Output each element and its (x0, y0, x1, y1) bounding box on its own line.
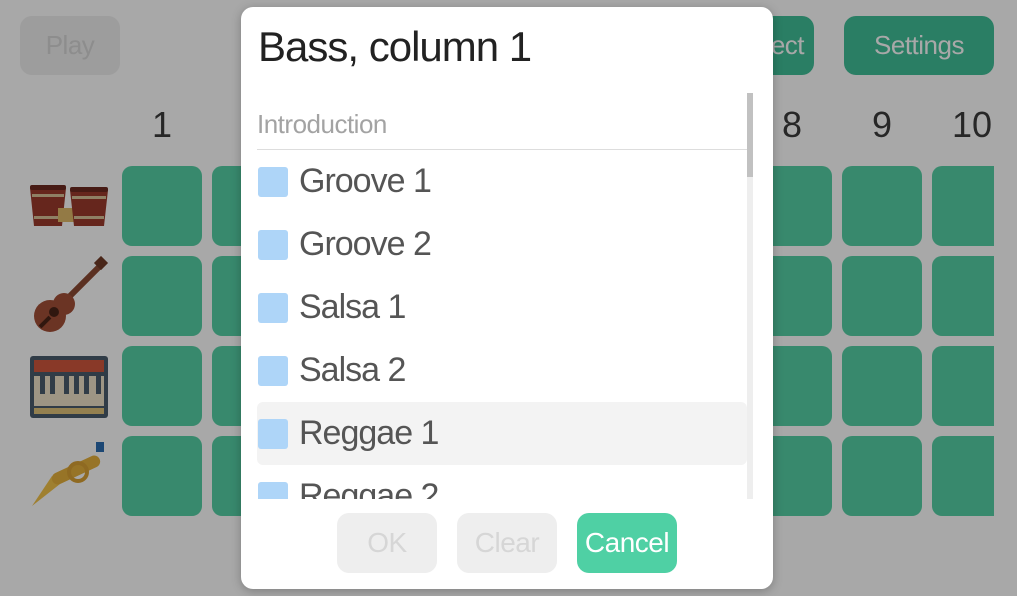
pattern-dialog: Bass, column 1 Introduction Groove 1 Gro… (241, 7, 773, 589)
music-sequencer-app: Play ect Settings 1 8 9 10 Bass, column … (0, 0, 1017, 596)
list-item[interactable]: Groove 2 (257, 213, 747, 276)
color-swatch (258, 229, 288, 260)
list-item[interactable]: Groove 1 (257, 150, 747, 213)
cancel-button[interactable]: Cancel (577, 513, 677, 573)
list-item[interactable]: Salsa 1 (257, 276, 747, 339)
list-item-label: Salsa 2 (299, 351, 406, 389)
list-scrollbar[interactable] (747, 93, 753, 499)
color-swatch (258, 292, 288, 323)
color-swatch (258, 418, 288, 449)
clear-button[interactable]: Clear (457, 513, 557, 573)
list-item[interactable]: Reggae 2 (257, 465, 747, 499)
list-item-selected[interactable]: Reggae 1 (257, 402, 747, 465)
list-item-label: Groove 1 (299, 162, 432, 200)
color-swatch (258, 355, 288, 386)
list-item[interactable]: Salsa 2 (257, 339, 747, 402)
ok-button[interactable]: OK (337, 513, 437, 573)
color-swatch (258, 481, 288, 499)
pattern-list[interactable]: Introduction Groove 1 Groove 2 Salsa 1 S… (257, 99, 747, 499)
section-header: Introduction (257, 99, 747, 150)
scrollbar-thumb[interactable] (747, 93, 753, 177)
color-swatch (258, 166, 288, 197)
dialog-title: Bass, column 1 (258, 23, 532, 70)
list-item-label: Salsa 1 (299, 288, 406, 326)
list-item-label: Reggae 2 (299, 477, 439, 499)
list-item-label: Groove 2 (299, 225, 432, 263)
list-item-label: Reggae 1 (299, 414, 439, 452)
